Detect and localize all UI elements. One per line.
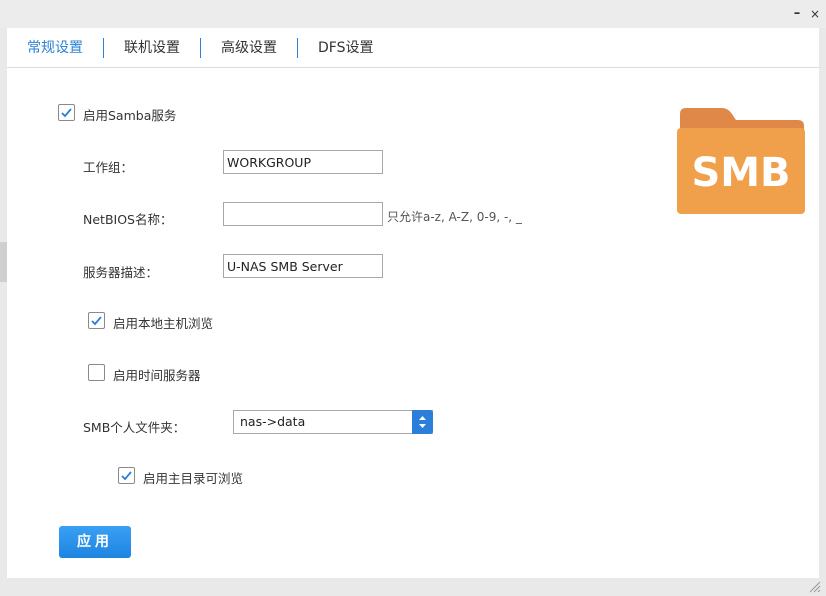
netbios-input[interactable] — [223, 202, 383, 226]
netbios-label: NetBIOS名称： — [83, 212, 173, 227]
apply-button[interactable]: 应用 — [59, 526, 131, 558]
tab-advanced[interactable]: 高级设置 — [201, 38, 297, 58]
smb-folder-icon: SMB — [677, 108, 805, 214]
workgroup-input[interactable] — [223, 150, 383, 174]
minimize-button[interactable]: – — [789, 6, 805, 22]
check-icon — [61, 108, 72, 118]
server-description-input[interactable] — [223, 254, 383, 278]
local-browse-checkbox[interactable] — [88, 312, 105, 329]
tab-network[interactable]: 联机设置 — [104, 38, 200, 58]
smb-personal-folder-select[interactable]: nas->data — [233, 410, 433, 434]
selected-value: nas->data — [240, 414, 306, 429]
netbios-hint: 只允许a-z, A-Z, 0-9, -, _ — [387, 210, 522, 224]
smb-logo-text: SMB — [691, 150, 790, 196]
time-server-label: 启用时间服务器 — [113, 368, 201, 383]
time-server-checkbox[interactable] — [88, 364, 105, 381]
server-description-label: 服务器描述： — [83, 265, 159, 280]
smb-personal-folder-label: SMB个人文件夹： — [83, 420, 186, 435]
check-icon — [121, 471, 132, 481]
side-scroll-handle[interactable] — [0, 242, 7, 282]
close-button[interactable]: × — [807, 6, 823, 22]
up-down-arrow-icon — [419, 416, 426, 428]
tab-general[interactable]: 常规设置 — [7, 38, 103, 58]
select-arrows-icon[interactable] — [412, 410, 433, 434]
title-bar: – × — [0, 0, 826, 28]
enable-samba-label: 启用Samba服务 — [83, 108, 177, 123]
home-browse-label: 启用主目录可浏览 — [143, 471, 244, 486]
check-icon — [91, 316, 102, 326]
local-browse-label: 启用本地主机浏览 — [113, 316, 214, 331]
resize-grip-icon[interactable] — [808, 580, 822, 594]
tab-bar: 常规设置 联机设置 高级设置 DFS设置 — [7, 28, 819, 68]
tab-dfs[interactable]: DFS设置 — [298, 38, 393, 58]
home-browse-checkbox[interactable] — [118, 467, 135, 484]
enable-samba-checkbox[interactable] — [58, 104, 75, 121]
workgroup-label: 工作组： — [83, 160, 134, 175]
